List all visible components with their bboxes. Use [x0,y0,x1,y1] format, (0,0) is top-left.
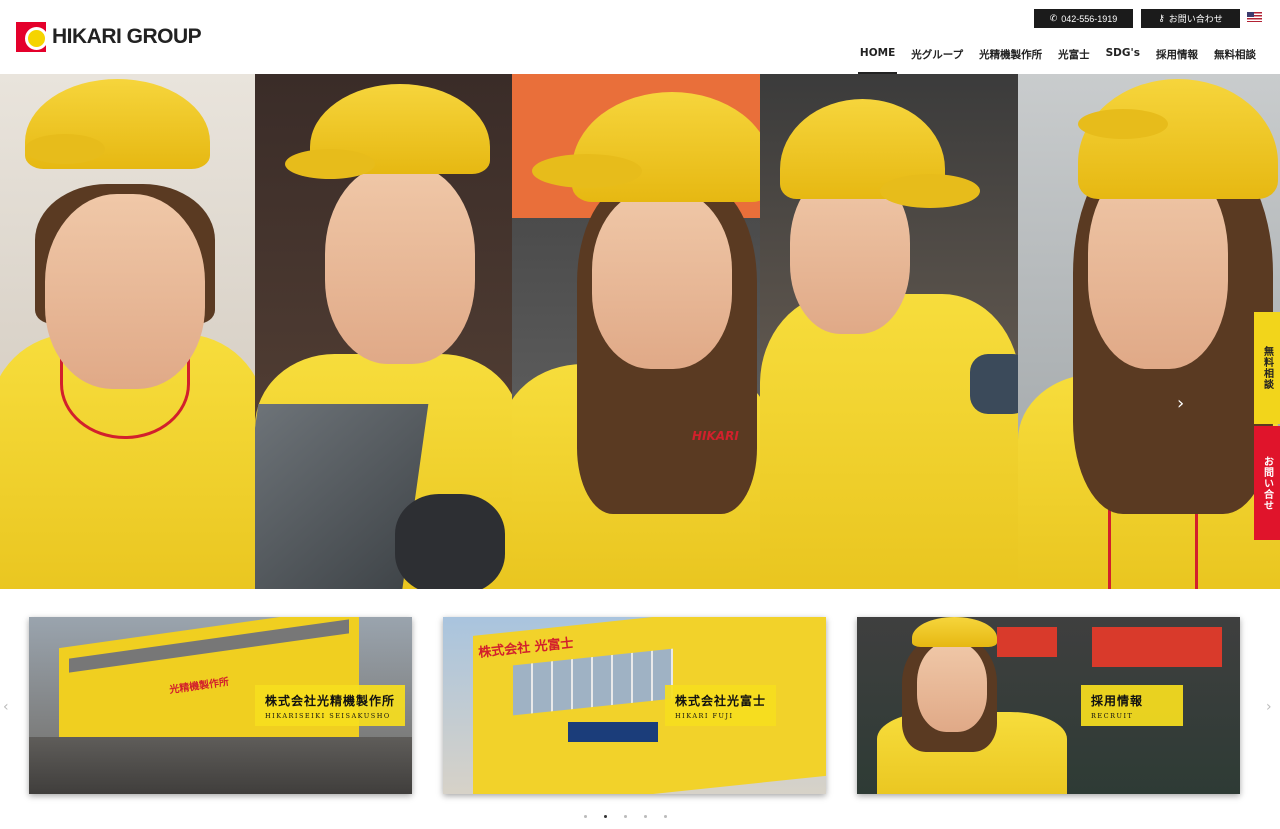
nav-hikari-seiki[interactable]: 光精機製作所 [971,44,1050,74]
card-label: 採用情報 RECRUIT [1081,685,1184,726]
hero-photo-1 [0,74,265,589]
hero-slider: HIKARI › 無料相談 お問い合せ [0,74,1280,589]
key-icon: ⚷ [1158,13,1165,23]
phone-icon: ✆ [1049,13,1058,23]
side-tab-contact[interactable]: お問い合せ [1254,426,1280,540]
card-recruit[interactable]: 採用情報 RECRUIT [857,617,1240,794]
main-nav: HOME 光グループ 光精機製作所 光富士 SDG's 採用情報 無料相談 [852,44,1264,74]
card-subtitle: HIKARI FUJI [675,712,734,720]
logo[interactable]: HIKARI GROUP [16,22,202,52]
card-label: 株式会社光精機製作所 HIKARISEIKI SEISAKUSHO [255,685,406,726]
logo-text: HIKARI GROUP [52,25,202,48]
nav-hikari-fuji[interactable]: 光富士 [1050,44,1098,74]
card-subtitle: RECRUIT [1091,712,1134,720]
carousel-dot[interactable] [644,815,647,818]
contact-button[interactable]: ⚷ お問い合わせ [1141,9,1240,28]
hero-photo-4 [760,74,1025,589]
side-tab-free-consult[interactable]: 無料相談 [1254,312,1280,424]
card-hikari-fuji[interactable]: 株式会社 光富士 株式会社光富士 HIKARI FUJI [443,617,826,794]
chevron-right-icon[interactable]: › [1266,699,1272,715]
site-header: HIKARI GROUP ✆ 042-556-1919 ⚷ お問い合わせ HOM… [0,0,1280,74]
carousel-dot[interactable] [624,815,627,818]
carousel-dot[interactable] [664,815,667,818]
jacket-logo: HIKARI [692,429,739,443]
carousel-pagination [584,815,667,818]
carousel-dot[interactable] [604,815,607,818]
card-title: 株式会社光富士 [675,694,767,708]
company-cards: ‹ 光精機製作所 株式会社光精機製作所 HIKARISEIKI SEISAKUS… [0,589,1280,829]
card-label: 株式会社光富士 HIKARI FUJI [665,685,777,726]
nav-hikari-group[interactable]: 光グループ [903,44,971,74]
card-title: 採用情報 [1091,694,1144,708]
nav-sdgs[interactable]: SDG's [1098,44,1148,74]
hero-photo-3: HIKARI [512,74,777,589]
hero-photo-2 [255,74,520,589]
phone-button[interactable]: ✆ 042-556-1919 [1034,9,1133,28]
logo-mark-icon [16,22,46,52]
hero-photo-5 [1018,74,1280,589]
us-flag-icon[interactable] [1247,12,1262,22]
nav-home[interactable]: HOME [852,44,903,74]
card-subtitle: HIKARISEIKI SEISAKUSHO [265,712,391,720]
chevron-left-icon[interactable]: ‹ [3,699,9,715]
chevron-right-icon[interactable]: › [1177,393,1184,414]
card-title: 株式会社光精機製作所 [265,694,396,708]
phone-number: 042-556-1919 [1061,13,1118,24]
card-hikari-seiki[interactable]: 光精機製作所 株式会社光精機製作所 HIKARISEIKI SEISAKUSHO [29,617,412,794]
nav-recruit[interactable]: 採用情報 [1148,44,1206,74]
contact-label: お問い合わせ [1168,14,1223,24]
nav-free-consult[interactable]: 無料相談 [1206,44,1264,74]
carousel-dot[interactable] [584,815,587,818]
